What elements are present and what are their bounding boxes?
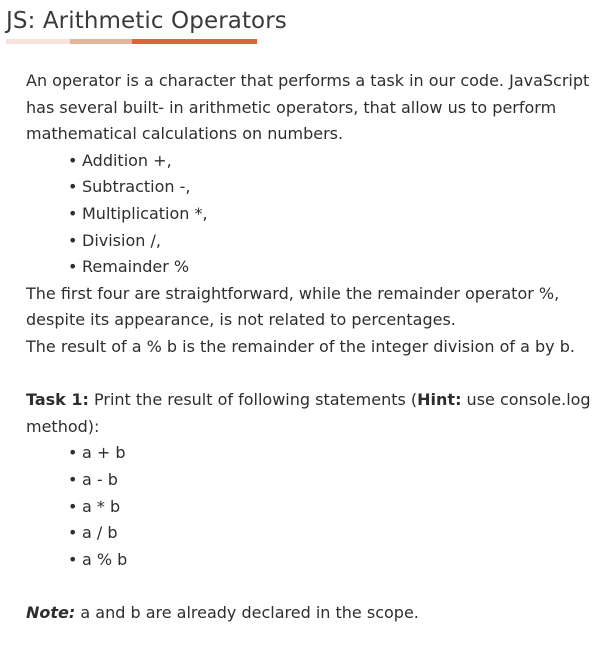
task-description: Task 1: Print the result of following st… (26, 390, 591, 436)
list-item: • Remainder % (68, 257, 190, 277)
list-item: • a % b (68, 549, 128, 569)
note-label: Note: (26, 602, 76, 622)
title-underline-segment-mid (70, 39, 132, 44)
list-item: • Subtraction -, (68, 177, 191, 197)
intro-paragraph: An operator is a character that performs… (26, 71, 590, 144)
list-item: • a / b (68, 523, 118, 543)
title-underline-segment-light (6, 39, 70, 44)
list-item: • Addition +, (68, 150, 172, 170)
list-item: • a - b (68, 469, 118, 489)
statements-list: • a + b • a - b • a * b • a / b • a % b (26, 440, 596, 573)
list-item: • a * b (68, 496, 121, 516)
remainder-explanation: The first four are straightforward, whil… (26, 283, 560, 330)
operators-list: • Addition +, • Subtraction -, • Multiplica… (26, 148, 596, 281)
lesson-content: An operator is a character that performs… (26, 68, 596, 626)
list-item: • Multiplication *, (68, 203, 208, 223)
page-title: JS: Arithmetic Operators (6, 8, 287, 34)
list-item: • Division /, (68, 230, 161, 250)
remainder-definition: The result of a % b is the remainder of … (26, 336, 575, 356)
note-paragraph: Note: a and b are already declared in th… (26, 602, 419, 622)
list-item: • a + b (68, 443, 126, 463)
task-label: Task 1: (26, 390, 89, 410)
title-underline-segment-accent (132, 39, 257, 44)
hint-label: Hint: (417, 390, 462, 410)
